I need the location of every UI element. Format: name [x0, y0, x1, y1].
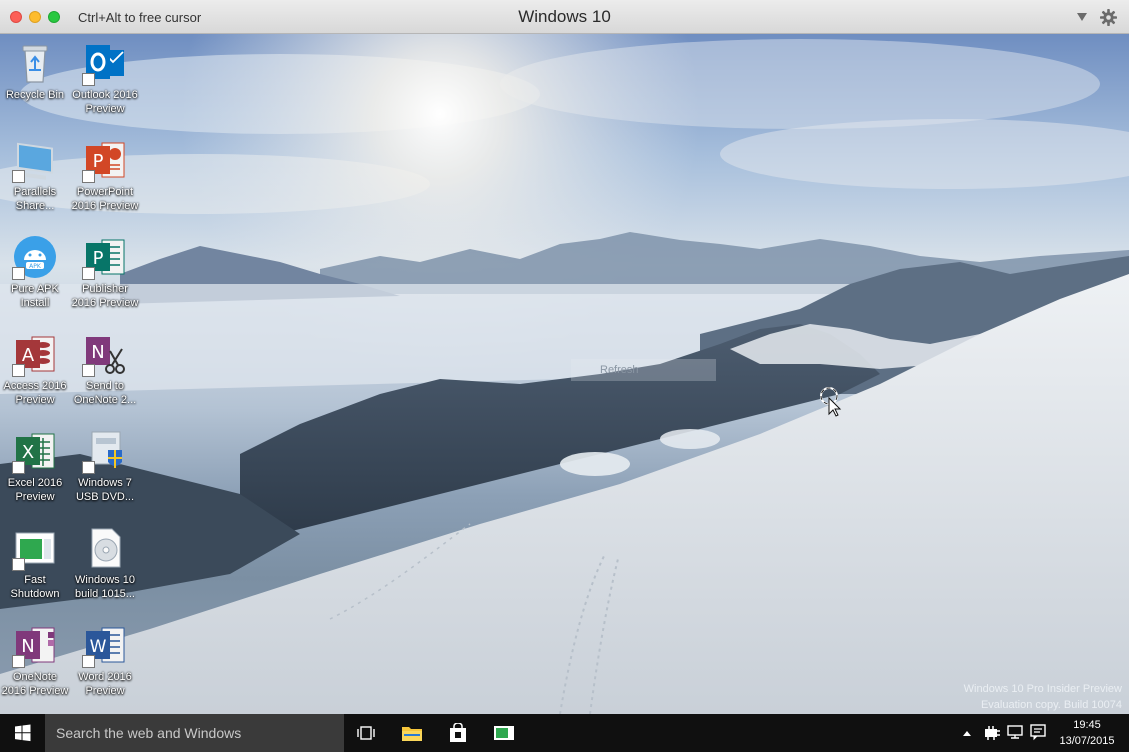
file-explorer-button[interactable] — [390, 714, 434, 752]
parallels-share-icon — [12, 137, 58, 183]
watermark-build: Evaluation copy. Build 10074 — [980, 699, 1122, 711]
shortcut-arrow-icon — [82, 655, 95, 668]
recycle-bin-icon — [12, 40, 58, 86]
desktop-icon-send-to-onenote[interactable]: N Send to OneNote 2... — [70, 331, 140, 407]
desktop-icon-powerpoint[interactable]: P PowerPoint 2016 Preview — [70, 137, 140, 213]
desktop-icon-label: Pure APK Install — [11, 283, 59, 309]
desktop-icon-label: Excel 2016 Preview — [7, 477, 63, 503]
desktop-icon-excel[interactable]: X Excel 2016 Preview — [0, 428, 70, 504]
store-button[interactable] — [436, 714, 480, 752]
desktop-icon-windows10-build[interactable]: Windows 10 build 1015... — [70, 525, 140, 601]
word-icon: W — [82, 622, 128, 668]
start-button[interactable] — [0, 714, 45, 752]
dropdown-arrow-icon[interactable] — [1076, 12, 1088, 22]
desktop-icon-label: Send to OneNote 2... — [73, 380, 137, 406]
shortcut-arrow-icon — [82, 267, 95, 280]
svg-text:N: N — [91, 342, 104, 363]
powerpoint-icon: P — [82, 137, 128, 183]
desktop-icon-parallels-share[interactable]: Parallels Share... — [0, 137, 70, 213]
outlook-icon — [82, 40, 128, 86]
fast-shutdown-icon — [494, 726, 514, 740]
send-to-onenote-icon: N — [82, 331, 128, 377]
fast-shutdown-icon — [12, 525, 58, 571]
desktop-icon-label: Fast Shutdown — [10, 574, 60, 600]
show-hidden-icons-chevron-icon[interactable] — [962, 729, 972, 737]
desktop-icon-windows7-usb-dvd[interactable]: Windows 7 USB DVD... — [70, 428, 140, 504]
fast-shutdown-taskbar-button[interactable] — [482, 714, 526, 752]
android-apk-icon: APK — [12, 234, 58, 280]
folder-icon — [402, 727, 422, 741]
network-icon[interactable] — [1006, 723, 1024, 741]
shortcut-arrow-icon — [12, 655, 25, 668]
desktop-icon-label: Parallels Share... — [13, 186, 57, 212]
svg-text:X: X — [22, 442, 34, 463]
gear-icon[interactable] — [1100, 9, 1117, 26]
shortcut-arrow-icon — [12, 558, 25, 571]
access-icon: A — [12, 331, 58, 377]
shortcut-arrow-icon — [82, 170, 95, 183]
desktop-icon-label: Word 2016 Preview — [78, 671, 132, 697]
desktop-icon-label: PowerPoint 2016 Preview — [71, 186, 139, 212]
desktop-icon-label: Recycle Bin — [5, 89, 65, 101]
desktop-icon-publisher[interactable]: P Publisher 2016 Preview — [70, 234, 140, 310]
taskbar: Search the web and Windows 19:45 13/07/2… — [0, 714, 1129, 752]
watermark-edition: Windows 10 Pro Insider Preview — [963, 683, 1122, 695]
shortcut-arrow-icon — [12, 461, 25, 474]
taskbar-search-box[interactable]: Search the web and Windows — [45, 714, 344, 752]
busy-cursor-icon — [820, 387, 842, 417]
evaluation-watermark: Windows 10 Pro Insider Preview Evaluatio… — [964, 681, 1122, 713]
windows-logo-icon — [15, 724, 31, 742]
close-window-button[interactable] — [10, 11, 22, 23]
clock-date: 13/07/2015 — [1059, 735, 1115, 747]
clock-time: 19:45 — [1073, 719, 1101, 731]
shortcut-arrow-icon — [12, 267, 25, 280]
shortcut-arrow-icon — [82, 73, 95, 86]
action-center-icon[interactable] — [1029, 723, 1047, 741]
svg-text:P: P — [93, 151, 104, 172]
disc-image-icon — [82, 525, 128, 571]
power-plug-icon[interactable] — [983, 723, 1001, 741]
minimize-window-button[interactable] — [29, 11, 41, 23]
windows7-usb-dvd-icon — [82, 428, 128, 474]
store-bag-icon — [450, 723, 466, 742]
shortcut-arrow-icon — [82, 364, 95, 377]
desktop-icon-label: Windows 10 build 1015... — [75, 574, 135, 600]
desktop-icon-recycle-bin[interactable]: Recycle Bin — [0, 40, 70, 102]
shortcut-arrow-icon — [12, 170, 25, 183]
publisher-icon: P — [82, 234, 128, 280]
onenote-icon: N — [12, 622, 58, 668]
excel-icon: X — [12, 428, 58, 474]
desktop-icon-word[interactable]: W Word 2016 Preview — [70, 622, 140, 698]
cursor-release-hint: Ctrl+Alt to free cursor — [78, 10, 202, 25]
desktop-icon-onenote[interactable]: N OneNote 2016 Preview — [0, 622, 70, 698]
svg-text:N: N — [21, 636, 34, 657]
svg-text:A: A — [22, 345, 35, 366]
svg-text:W: W — [90, 637, 107, 657]
desktop-icon-label: Outlook 2016 Preview — [72, 89, 138, 115]
desktop-icon-label: Access 2016 Preview — [3, 380, 67, 406]
desktop-icon-fast-shutdown[interactable]: Fast Shutdown — [0, 525, 70, 601]
taskbar-clock[interactable]: 19:45 13/07/2015 — [1056, 717, 1118, 749]
desktop-icon-label: Publisher 2016 Preview — [71, 283, 139, 309]
vm-window-titlebar: Ctrl+Alt to free cursor Windows 10 — [0, 0, 1129, 34]
svg-text:APK: APK — [29, 263, 42, 270]
shortcut-arrow-icon — [12, 364, 25, 377]
desktop-icon-access[interactable]: A Access 2016 Preview — [0, 331, 70, 407]
task-view-icon — [357, 726, 375, 740]
desktop-icon-outlook[interactable]: Outlook 2016 Preview — [70, 40, 140, 116]
context-menu-refresh-item[interactable]: Refresh — [571, 359, 716, 381]
maximize-window-button[interactable] — [48, 11, 60, 23]
desktop-icon-label: Windows 7 USB DVD... — [75, 477, 135, 503]
task-view-button[interactable] — [344, 714, 388, 752]
shortcut-arrow-icon — [82, 461, 95, 474]
desktop-icon-label: OneNote 2016 Preview — [1, 671, 69, 697]
desktop-icon-pure-apk-install[interactable]: APK Pure APK Install — [0, 234, 70, 310]
wallpaper-image — [0, 34, 1129, 714]
svg-text:P: P — [93, 248, 104, 269]
windows-desktop[interactable]: Recycle Bin Parallels Share... APK Pure … — [0, 34, 1129, 714]
